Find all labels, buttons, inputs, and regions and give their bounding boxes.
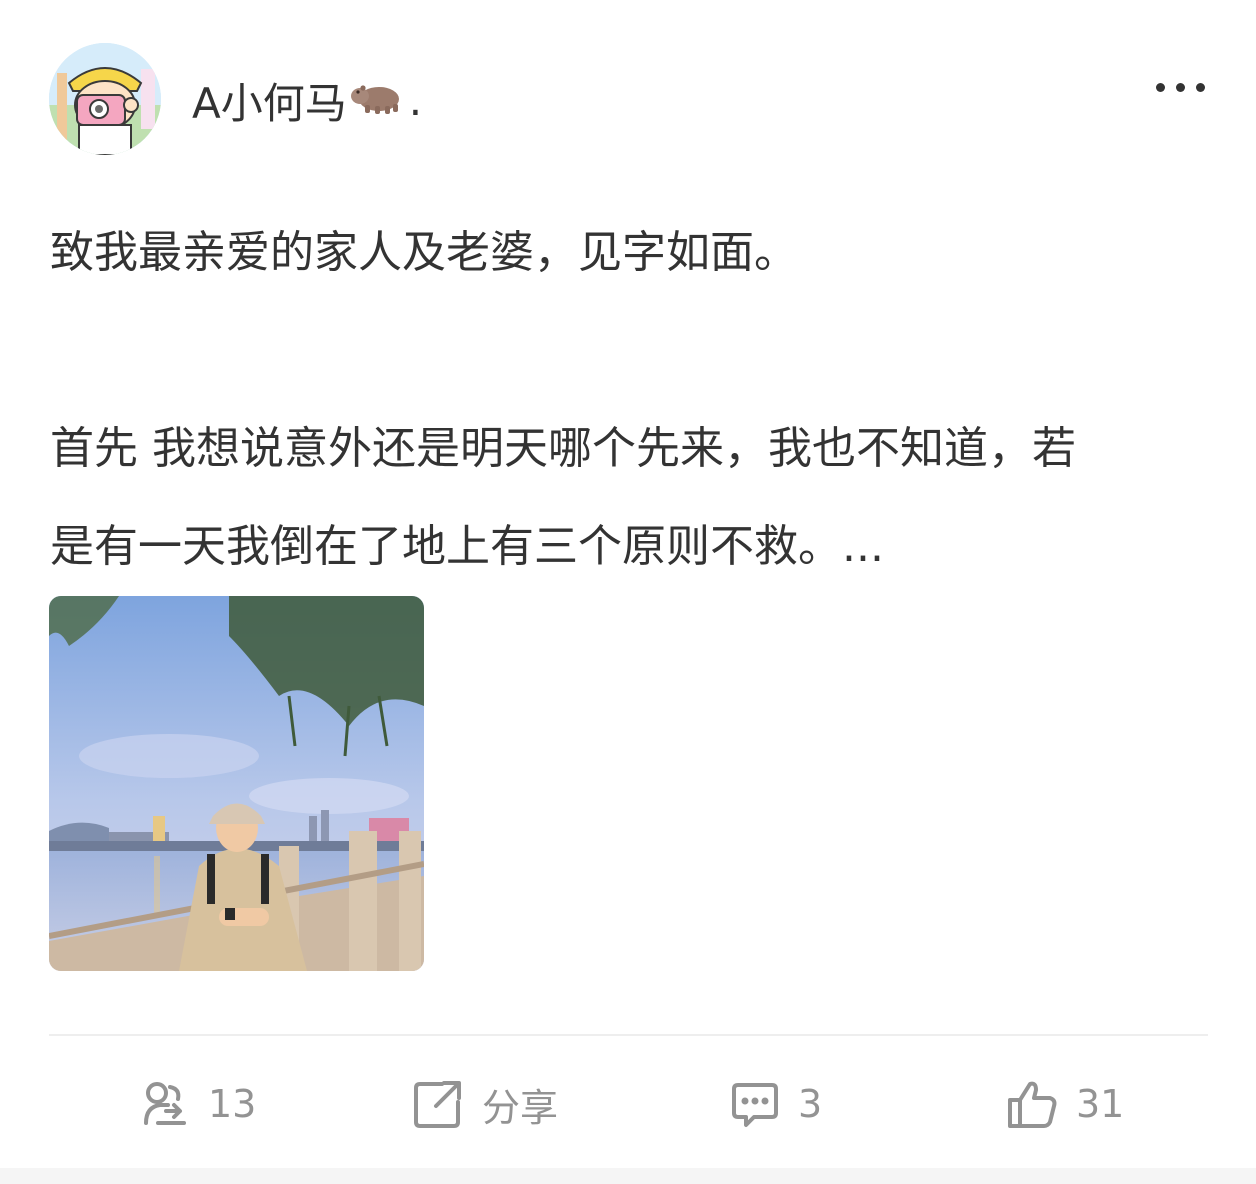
comment-button[interactable]: 3 [730, 1076, 822, 1132]
more-options-button[interactable] [1146, 68, 1214, 106]
comment-count: 3 [798, 1082, 823, 1126]
bottom-separator [0, 1168, 1256, 1184]
like-count: 31 [1076, 1082, 1125, 1126]
post-photo[interactable] [49, 596, 424, 971]
forward-button[interactable]: 13 [140, 1076, 256, 1132]
post-text-line-3[interactable]: 是有一天我倒在了地上有三个原则不救。... [50, 518, 1210, 576]
forward-icon [140, 1079, 190, 1129]
post-text-line-1: 致我最亲爱的家人及老婆，见字如面。 [50, 227, 798, 278]
avatar[interactable] [49, 43, 161, 155]
post-card: A小何马 . 致我最亲爱的家人及老婆，见字如面。 首先 我想说意外还是明天哪个先… [0, 0, 1256, 1184]
more-dots-icon [1155, 82, 1205, 92]
share-button[interactable]: 分享 [412, 1076, 558, 1132]
comment-icon [730, 1079, 780, 1129]
forward-count: 13 [208, 1082, 257, 1126]
username[interactable]: A小何马 . [192, 72, 422, 128]
post-text-line-2: 首先 我想说意外还是明天哪个先来，我也不知道，若 [50, 423, 1076, 474]
photo-image [49, 596, 424, 971]
cartoon-avatar-image [49, 43, 161, 155]
username-suffix: . [408, 75, 423, 125]
username-text: A小何马 [192, 78, 347, 128]
share-icon [412, 1078, 464, 1130]
like-button[interactable]: 31 [1006, 1076, 1124, 1132]
share-label: 分享 [482, 1085, 559, 1130]
divider [49, 1034, 1208, 1036]
hippo-icon [350, 76, 403, 125]
thumbs-up-icon [1006, 1078, 1058, 1130]
